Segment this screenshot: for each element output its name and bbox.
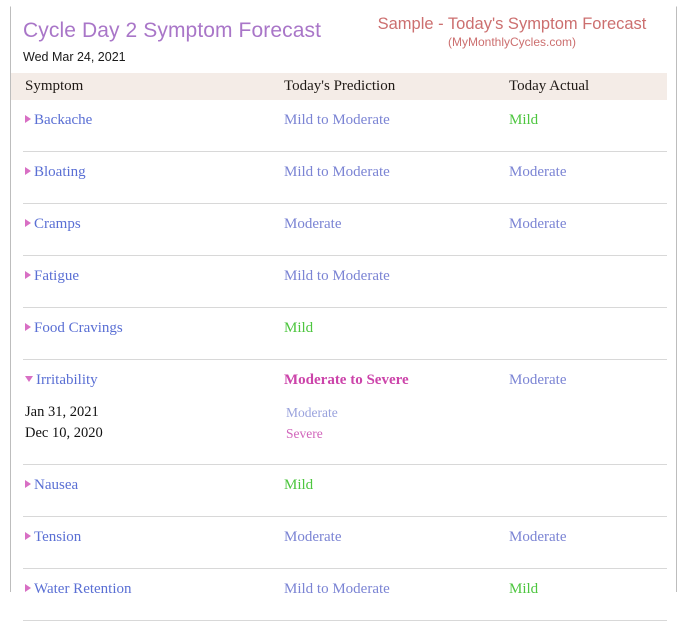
symptom-toggle[interactable]: Fatigue: [25, 268, 79, 285]
actual-value: Moderate: [509, 164, 567, 180]
chevron-right-icon[interactable]: [25, 323, 31, 331]
column-header-prediction: Today's Prediction: [284, 78, 396, 94]
symptom-label: Nausea: [34, 477, 79, 493]
table-row: Food Cravings Mild: [23, 308, 667, 360]
chevron-down-icon[interactable]: [25, 376, 33, 382]
sample-title: Sample - Today's Symptom Forecast: [377, 15, 647, 33]
table-body: Backache Mild to Moderate Mild Bloating Mild…: [11, 100, 676, 621]
chevron-right-icon[interactable]: [25, 219, 31, 227]
actual-value: Moderate: [509, 216, 567, 232]
column-header-actual: Today Actual: [509, 78, 590, 94]
symptom-label: Fatigue: [34, 268, 79, 284]
actual-value: Mild: [509, 112, 539, 128]
prediction-value: Mild to Moderate: [284, 268, 390, 284]
chevron-right-icon[interactable]: [25, 480, 31, 488]
prediction-value: Mild to Moderate: [284, 164, 390, 180]
prediction-value: Moderate: [284, 529, 342, 545]
prediction-value: Mild to Moderate: [284, 581, 390, 597]
column-header-symptom: Symptom: [25, 78, 84, 94]
symptom-label: Backache: [34, 112, 93, 128]
actual-value: Moderate: [509, 529, 567, 545]
forecast-panel: Cycle Day 2 Symptom Forecast Wed Mar 24,…: [10, 6, 677, 621]
symptom-toggle[interactable]: Backache: [25, 112, 92, 129]
chevron-right-icon[interactable]: [25, 532, 31, 540]
page-header: Cycle Day 2 Symptom Forecast Wed Mar 24,…: [11, 7, 676, 73]
symptom-toggle[interactable]: Cramps: [25, 216, 81, 233]
symptom-history: Jan 31, 2021 Moderate Dec 10, 2020 Severe: [25, 404, 665, 446]
forecast-date: Wed Mar 24, 2021: [23, 50, 126, 64]
symptom-toggle[interactable]: Food Cravings: [25, 320, 123, 337]
history-date: Jan 31, 2021: [25, 404, 99, 420]
sample-label-block: Sample - Today's Symptom Forecast (MyMon…: [352, 15, 672, 49]
table-row: Bloating Mild to Moderate Moderate: [23, 152, 667, 204]
history-value: Severe: [286, 426, 323, 441]
chevron-right-icon[interactable]: [25, 167, 31, 175]
history-row: Jan 31, 2021 Moderate: [25, 404, 665, 425]
prediction-value: Mild: [284, 320, 314, 336]
symptom-label: Water Retention: [34, 581, 132, 597]
symptom-label: Cramps: [34, 216, 81, 232]
table-row: Water Retention Mild to Moderate Mild: [23, 569, 667, 621]
actual-value: Moderate: [509, 372, 567, 388]
page-title: Cycle Day 2 Symptom Forecast: [23, 19, 322, 42]
symptom-table: Symptom Today's Prediction Today Actual …: [11, 73, 676, 621]
symptom-label: Food Cravings: [34, 320, 123, 336]
symptom-toggle[interactable]: Bloating: [25, 164, 86, 181]
table-row: Fatigue Mild to Moderate: [23, 256, 667, 308]
symptom-forecast-page: Cycle Day 2 Symptom Forecast Wed Mar 24,…: [0, 0, 690, 621]
prediction-value: Moderate to Severe: [284, 372, 409, 388]
history-row: Dec 10, 2020 Severe: [25, 425, 665, 446]
table-header-row: Symptom Today's Prediction Today Actual: [11, 73, 667, 100]
symptom-toggle[interactable]: Irritability: [25, 372, 98, 389]
symptom-label: Tension: [34, 529, 82, 545]
prediction-value: Mild: [284, 477, 314, 493]
table-row: Tension Moderate Moderate: [23, 517, 667, 569]
table-row: Cramps Moderate Moderate: [23, 204, 667, 256]
history-value: Moderate: [286, 405, 338, 420]
history-date: Dec 10, 2020: [25, 425, 103, 441]
symptom-label: Bloating: [34, 164, 86, 180]
table-row: Nausea Mild: [23, 465, 667, 517]
prediction-value: Moderate: [284, 216, 342, 232]
table-row: Backache Mild to Moderate Mild: [23, 100, 667, 152]
chevron-right-icon[interactable]: [25, 584, 31, 592]
symptom-label: Irritability: [36, 372, 98, 388]
table-row: Irritability Moderate to Severe Moderate Ja…: [23, 360, 667, 465]
symptom-toggle[interactable]: Tension: [25, 529, 81, 546]
actual-value: Mild: [509, 581, 539, 597]
prediction-value: Mild to Moderate: [284, 112, 390, 128]
sample-source: (MyMonthlyCycles.com): [447, 34, 576, 49]
symptom-toggle[interactable]: Nausea: [25, 477, 78, 494]
symptom-toggle[interactable]: Water Retention: [25, 581, 132, 598]
chevron-right-icon[interactable]: [25, 271, 31, 279]
chevron-right-icon[interactable]: [25, 115, 31, 123]
